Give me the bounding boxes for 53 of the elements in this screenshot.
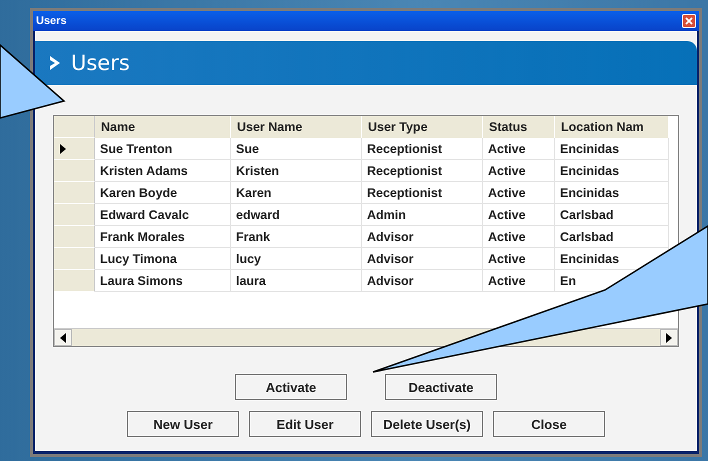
column-header[interactable]: Status xyxy=(483,116,555,138)
table-cell: Sue xyxy=(231,138,362,160)
table-cell: Kristen Adams xyxy=(95,160,231,182)
page-title: Users xyxy=(71,51,130,75)
table-cell: Carlsbad xyxy=(555,204,669,226)
column-header[interactable]: Name xyxy=(95,116,231,138)
row-header[interactable] xyxy=(54,138,95,160)
table-cell: Laura Simons xyxy=(95,270,231,292)
table-cell: Active xyxy=(483,160,555,182)
table-cell: Frank Morales xyxy=(95,226,231,248)
table-cell: Active xyxy=(483,204,555,226)
table-cell: Karen xyxy=(231,182,362,204)
table-cell: Edward Cavalc xyxy=(95,204,231,226)
column-header[interactable]: User Type xyxy=(362,116,483,138)
table-cell: Karen Boyde xyxy=(95,182,231,204)
column-header[interactable]: User Name xyxy=(231,116,362,138)
dialog-button[interactable]: Close xyxy=(493,411,605,437)
table-cell: Advisor xyxy=(362,248,483,270)
table-cell: laura xyxy=(231,270,362,292)
table-cell: Active xyxy=(483,138,555,160)
scroll-right-icon[interactable] xyxy=(660,329,678,346)
dialog-button[interactable]: Edit User xyxy=(249,411,361,437)
table-cell: Lucy Timona xyxy=(95,248,231,270)
table-cell: Carlsbad xyxy=(555,226,669,248)
table-cell: Frank xyxy=(231,226,362,248)
table-cell: Active xyxy=(483,226,555,248)
column-header[interactable]: Location Nam xyxy=(555,116,669,138)
chevron-icon xyxy=(49,55,61,71)
table-cell: Receptionist xyxy=(362,182,483,204)
table-cell: Receptionist xyxy=(362,138,483,160)
table-cell: Active xyxy=(483,182,555,204)
table-cell: Sue Trenton xyxy=(95,138,231,160)
window-title: Users xyxy=(36,15,67,27)
dialog-button[interactable]: Delete User(s) xyxy=(371,411,483,437)
table-cell: Advisor xyxy=(362,226,483,248)
table-cell: Active xyxy=(483,248,555,270)
dialog-button[interactable]: Deactivate xyxy=(385,374,497,400)
scroll-left-icon[interactable] xyxy=(54,329,72,346)
table-cell: Advisor xyxy=(362,270,483,292)
table-cell: Receptionist xyxy=(362,160,483,182)
table-cell: Active xyxy=(483,270,555,292)
dialog-button[interactable]: New User xyxy=(127,411,239,437)
table-cell: lucy xyxy=(231,248,362,270)
table-cell: Encinidas xyxy=(555,138,669,160)
table-cell: Encinidas xyxy=(555,160,669,182)
close-icon[interactable] xyxy=(682,14,696,28)
row-pointer-icon xyxy=(60,144,66,154)
row-header xyxy=(54,116,95,138)
dialog-button[interactable]: Activate xyxy=(235,374,347,400)
table-cell: Kristen xyxy=(231,160,362,182)
table-cell: Encinidas xyxy=(555,182,669,204)
table-cell: Admin xyxy=(362,204,483,226)
table-cell: edward xyxy=(231,204,362,226)
